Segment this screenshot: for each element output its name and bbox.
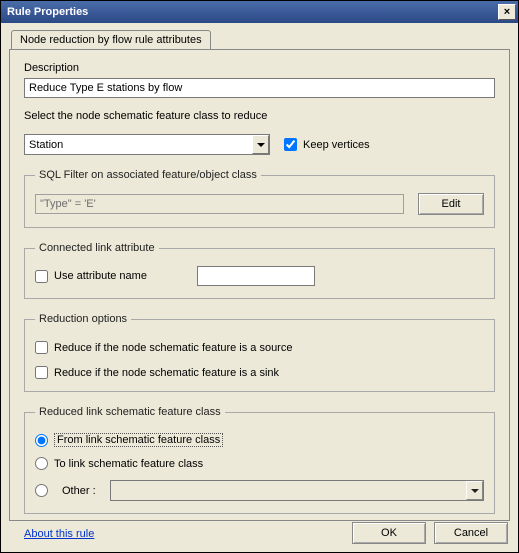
ok-button[interactable]: OK bbox=[352, 522, 426, 544]
from-link-radio[interactable] bbox=[35, 434, 48, 447]
connected-link-group: Connected link attribute Use attribute n… bbox=[24, 242, 495, 299]
cancel-button[interactable]: Cancel bbox=[434, 522, 508, 544]
other-select bbox=[110, 480, 484, 501]
window-title: Rule Properties bbox=[7, 6, 88, 18]
reduction-options-group: Reduction options Reduce if the node sch… bbox=[24, 313, 495, 392]
connected-link-legend: Connected link attribute bbox=[35, 242, 159, 254]
reduced-link-group: Reduced link schematic feature class Fro… bbox=[24, 406, 495, 514]
description-label: Description bbox=[24, 62, 495, 74]
reduce-source-input[interactable] bbox=[35, 341, 48, 354]
other-dropdown-button bbox=[466, 481, 483, 500]
keep-vertices-checkbox[interactable]: Keep vertices bbox=[284, 138, 370, 151]
edit-button[interactable]: Edit bbox=[418, 193, 484, 215]
reduce-sink-checkbox[interactable]: Reduce if the node schematic feature is … bbox=[35, 366, 279, 379]
chevron-down-icon bbox=[471, 489, 479, 493]
tab-node-reduction[interactable]: Node reduction by flow rule attributes bbox=[11, 30, 211, 50]
title-bar: Rule Properties × bbox=[1, 1, 518, 23]
keep-vertices-label: Keep vertices bbox=[303, 139, 370, 151]
reduce-sink-label: Reduce if the node schematic feature is … bbox=[54, 367, 279, 379]
dialog-buttons: OK Cancel bbox=[352, 522, 508, 544]
keep-vertices-input[interactable] bbox=[284, 138, 297, 151]
description-input[interactable] bbox=[24, 78, 495, 98]
sql-filter-legend: SQL Filter on associated feature/object … bbox=[35, 169, 261, 181]
use-attribute-input[interactable] bbox=[35, 270, 48, 283]
about-rule-link[interactable]: About this rule bbox=[24, 528, 94, 540]
use-attribute-checkbox[interactable]: Use attribute name bbox=[35, 270, 147, 283]
close-icon: × bbox=[504, 6, 510, 18]
tab-strip: Node reduction by flow rule attributes bbox=[11, 29, 510, 49]
sql-filter-group: SQL Filter on associated feature/object … bbox=[24, 169, 495, 228]
to-link-label: To link schematic feature class bbox=[54, 458, 203, 470]
from-link-label: From link schematic feature class bbox=[54, 433, 223, 447]
reduce-source-label: Reduce if the node schematic feature is … bbox=[54, 342, 292, 354]
feature-class-value: Station bbox=[24, 134, 270, 155]
reduce-source-checkbox[interactable]: Reduce if the node schematic feature is … bbox=[35, 341, 292, 354]
other-radio[interactable] bbox=[35, 484, 48, 497]
close-button[interactable]: × bbox=[498, 4, 516, 20]
client-area: Node reduction by flow rule attributes D… bbox=[1, 23, 518, 552]
other-label: Other : bbox=[62, 485, 96, 497]
feature-class-label: Select the node schematic feature class … bbox=[24, 110, 495, 122]
use-attribute-label: Use attribute name bbox=[54, 270, 147, 282]
feature-class-select[interactable]: Station bbox=[24, 134, 270, 155]
dropdown-button[interactable] bbox=[252, 135, 269, 154]
attribute-name-input[interactable] bbox=[197, 266, 315, 286]
sql-filter-input bbox=[35, 194, 404, 214]
other-select-value bbox=[110, 480, 484, 501]
tab-panel: Description Select the node schematic fe… bbox=[9, 49, 510, 521]
to-link-radio[interactable] bbox=[35, 457, 48, 470]
reduced-link-legend: Reduced link schematic feature class bbox=[35, 406, 225, 418]
reduce-sink-input[interactable] bbox=[35, 366, 48, 379]
reduction-options-legend: Reduction options bbox=[35, 313, 131, 325]
chevron-down-icon bbox=[257, 143, 265, 147]
